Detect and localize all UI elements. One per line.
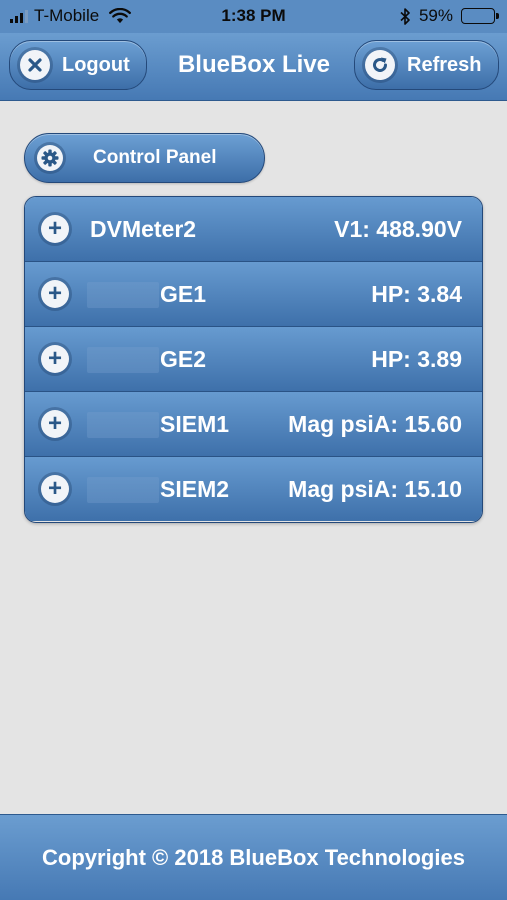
blank-field (87, 477, 159, 503)
blank-field (87, 412, 159, 438)
bluetooth-icon (400, 7, 410, 25)
device-value: Mag psiA: 15.10 (288, 475, 462, 502)
device-row-dvmeter2[interactable]: + DVMeter2 V1: 488.90V (25, 197, 482, 262)
device-value: HP: 3.89 (371, 345, 462, 372)
plus-icon[interactable]: + (41, 410, 69, 438)
device-value: V1: 488.90V (334, 215, 462, 242)
device-row-ge2[interactable]: + GE2 HP: 3.89 (25, 327, 482, 392)
device-list: + DVMeter2 V1: 488.90V + GE1 HP: 3.84 + … (24, 196, 483, 523)
plus-icon[interactable]: + (41, 345, 69, 373)
close-icon (20, 50, 50, 80)
page-title: BlueBox Live (177, 51, 331, 78)
control-panel-label: Control Panel (93, 147, 217, 168)
carrier-label: T-Mobile (34, 6, 100, 25)
control-panel-button[interactable]: Control Panel (24, 133, 265, 183)
footer: Copyright © 2018 BlueBox Technologies (0, 814, 507, 900)
refresh-icon (365, 50, 395, 80)
device-row-ge1[interactable]: + GE1 HP: 3.84 (25, 262, 482, 327)
battery-icon (461, 8, 499, 24)
device-value: Mag psiA: 15.60 (288, 410, 462, 437)
logout-button[interactable]: Logout (9, 40, 147, 90)
device-name: GE1 (160, 280, 207, 307)
device-row-siem1[interactable]: + SIEM1 Mag psiA: 15.60 (25, 392, 482, 457)
status-bar-left: T-Mobile (10, 6, 132, 26)
plus-icon[interactable]: + (41, 215, 69, 243)
refresh-button[interactable]: Refresh (354, 40, 499, 90)
battery-percent: 59% (418, 6, 453, 25)
blank-field (87, 282, 159, 308)
device-value: HP: 3.84 (371, 280, 462, 307)
device-name: SIEM2 (160, 475, 230, 502)
status-bar: T-Mobile 1:38 PM 59% (0, 0, 507, 33)
app-header: Logout BlueBox Live Refresh (0, 33, 507, 101)
wifi-icon (109, 8, 132, 24)
signal-icon (10, 9, 28, 23)
plus-icon[interactable]: + (41, 475, 69, 503)
refresh-label: Refresh (407, 53, 482, 76)
device-name: SIEM1 (160, 410, 230, 437)
logout-label: Logout (62, 53, 130, 76)
device-row-siem2[interactable]: + SIEM2 Mag psiA: 15.10 (25, 457, 482, 521)
blank-field (87, 347, 159, 373)
status-bar-right: 59% (400, 6, 499, 26)
device-name: DVMeter2 (90, 215, 197, 242)
copyright-text: Copyright © 2018 BlueBox Technologies (42, 844, 465, 870)
plus-icon[interactable]: + (41, 280, 69, 308)
device-name: GE2 (160, 345, 207, 372)
gear-icon (37, 145, 63, 171)
